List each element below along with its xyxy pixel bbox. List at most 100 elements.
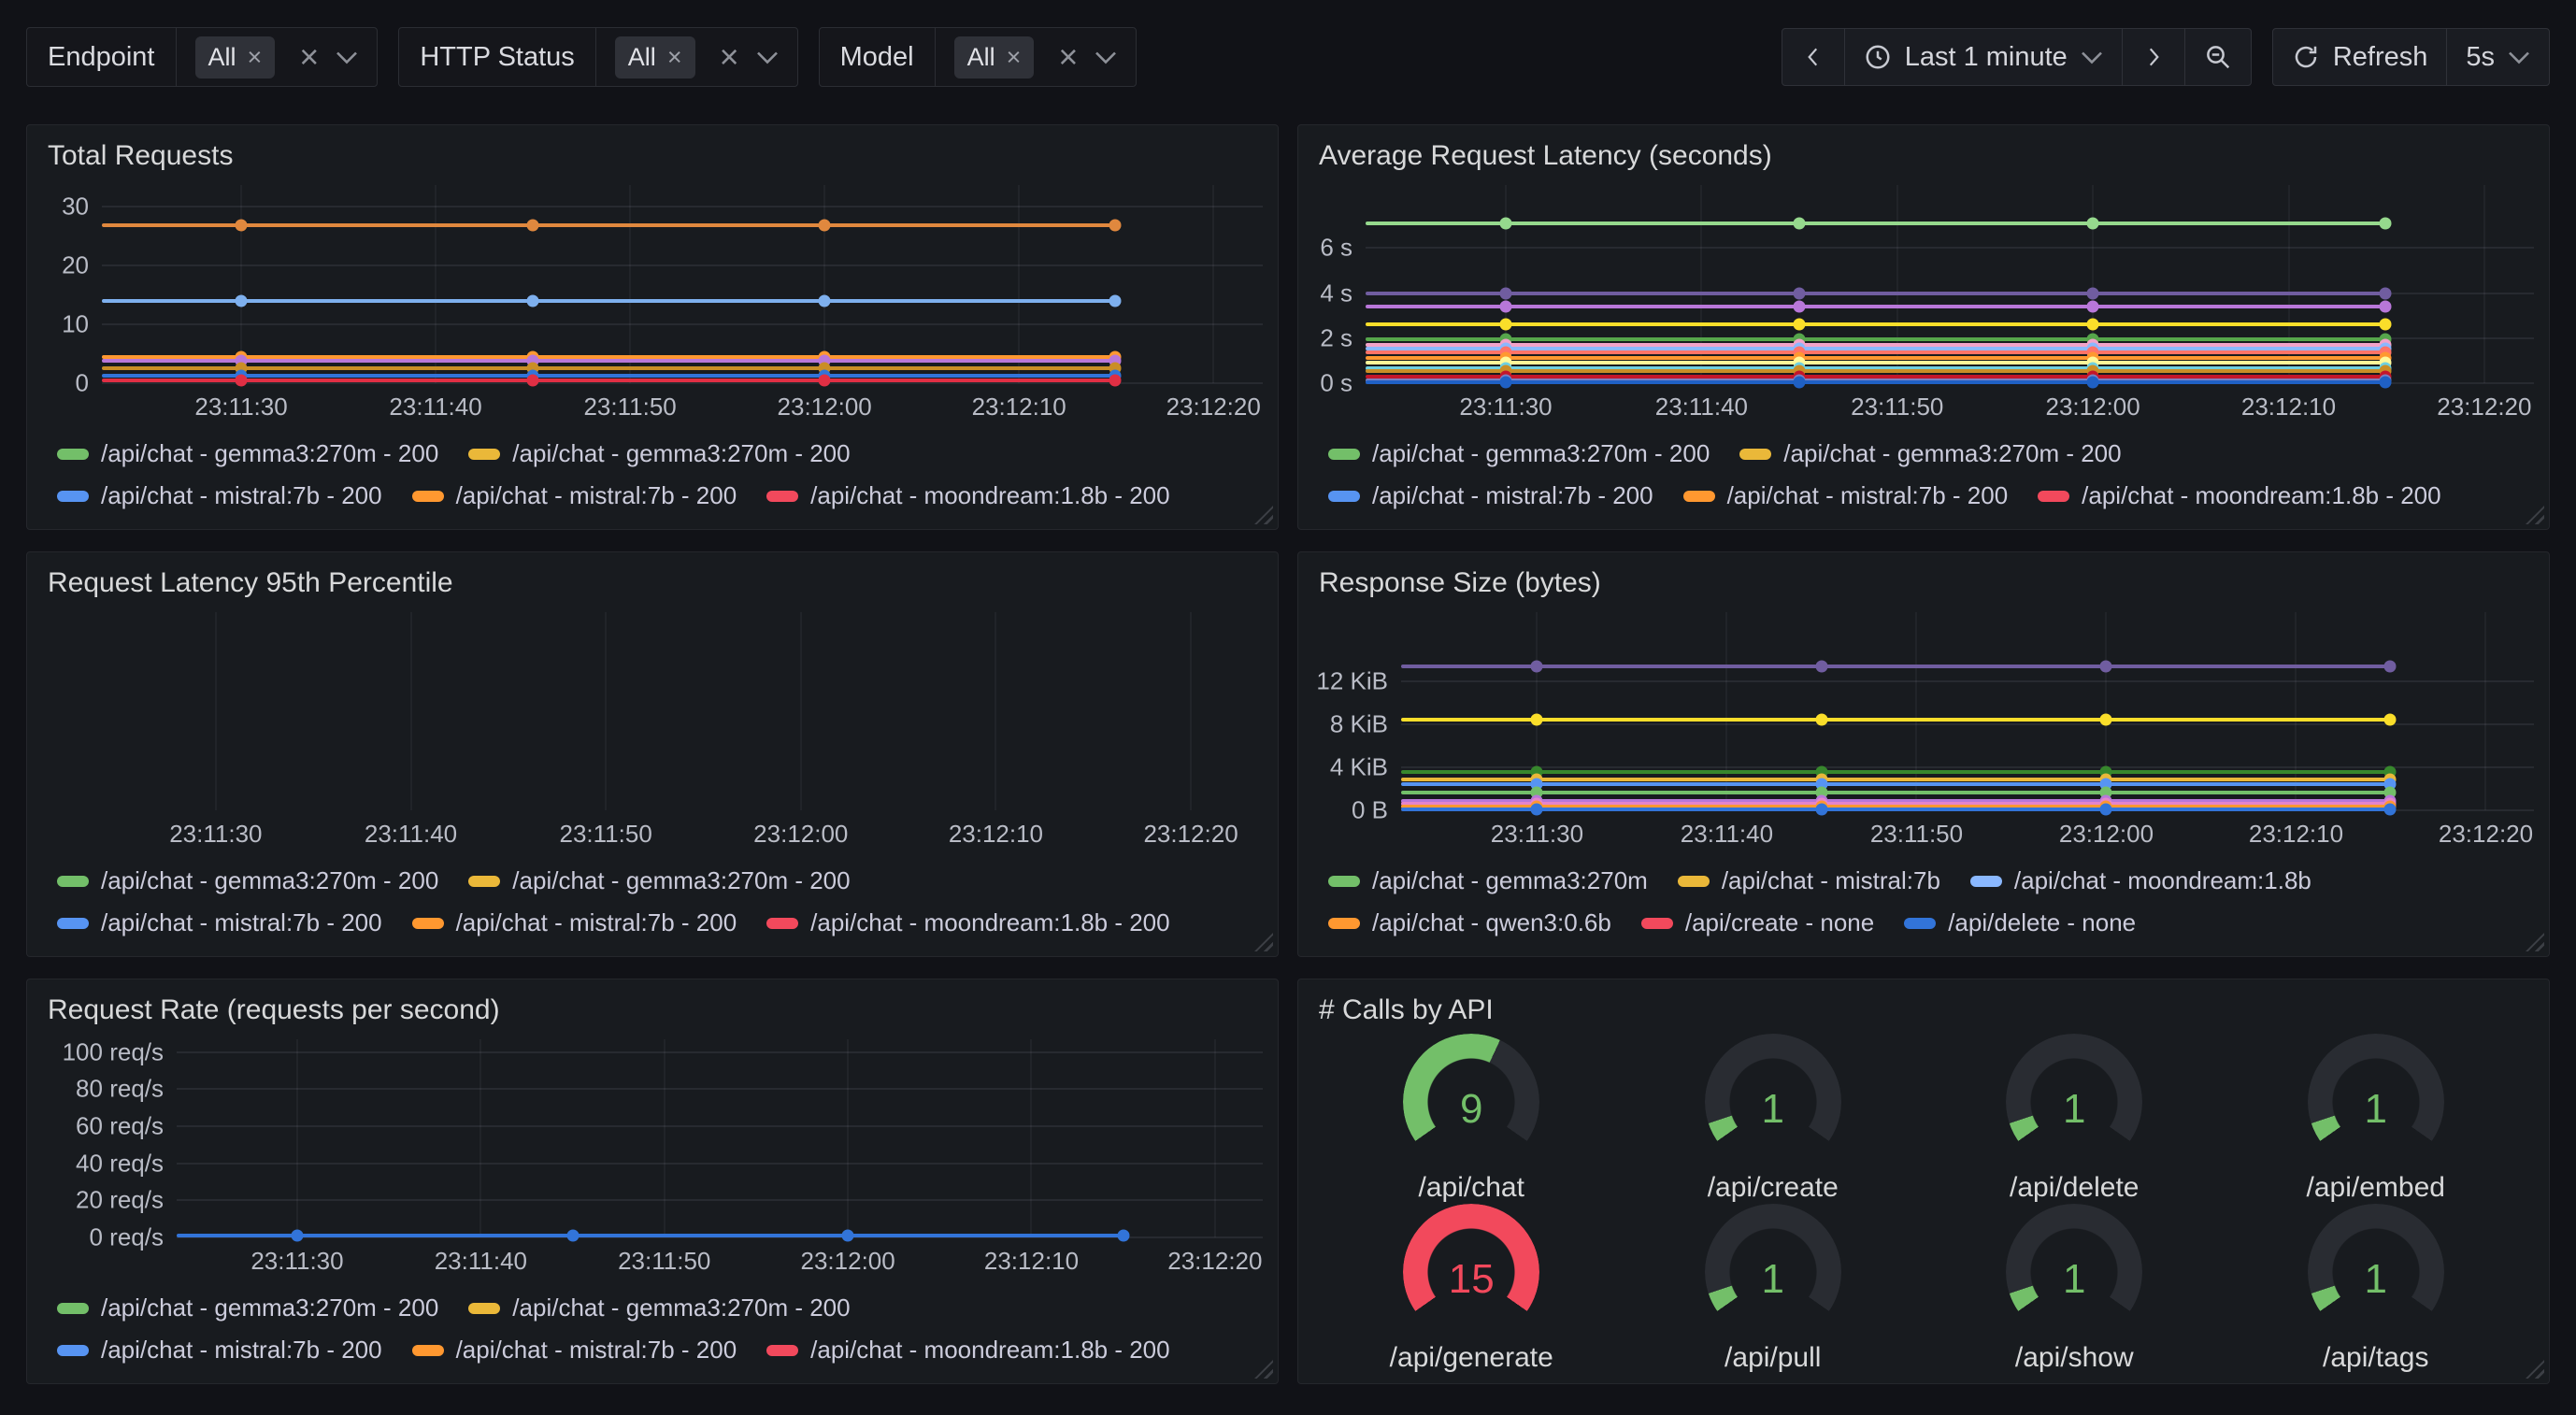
panel-title[interactable]: Average Request Latency (seconds) bbox=[1298, 125, 2549, 178]
gauge-arc: 1 bbox=[2006, 1204, 2142, 1340]
refresh-interval-button[interactable]: 5s bbox=[2446, 28, 2550, 86]
gauge-value: 9 bbox=[1403, 1086, 1539, 1133]
legend-item[interactable]: /api/chat - moondream:1.8b - 200 bbox=[766, 1336, 1169, 1365]
legend-label: /api/chat - gemma3:270m - 200 bbox=[512, 866, 850, 895]
legend-item[interactable]: /api/chat - gemma3:270m - 200 bbox=[468, 866, 850, 895]
chip-label: All bbox=[208, 43, 236, 72]
gauge-value: 1 bbox=[2006, 1086, 2142, 1133]
zoom-out-icon bbox=[2204, 43, 2232, 71]
data-point bbox=[819, 295, 831, 307]
filter-model-select[interactable]: All × × bbox=[936, 28, 1137, 86]
panel-average-request-latency: Average Request Latency (seconds) 0 s2 s… bbox=[1297, 124, 2550, 530]
filter-endpoint-select[interactable]: All × × bbox=[177, 28, 378, 86]
legend-item[interactable]: /api/chat - gemma3:270m - 200 bbox=[57, 866, 438, 895]
data-point bbox=[1793, 319, 1805, 331]
filter-http-status-select[interactable]: All × × bbox=[596, 28, 797, 86]
gauge-api-embed: 1/api/embed bbox=[2225, 1034, 2527, 1204]
chevron-down-icon bbox=[336, 50, 358, 64]
y-tick-label: 2 s bbox=[1320, 323, 1352, 352]
gauge-label: /api/tags bbox=[2323, 1342, 2428, 1374]
gauge-value: 1 bbox=[1705, 1086, 1841, 1133]
plot-area[interactable] bbox=[44, 612, 1263, 810]
plot-area[interactable] bbox=[1366, 185, 2534, 383]
grid-line-vertical bbox=[1214, 1039, 1216, 1237]
panel-title[interactable]: # Calls by API bbox=[1298, 979, 2549, 1032]
legend-item[interactable]: /api/chat - moondream:1.8b bbox=[1970, 866, 2311, 895]
gauge-value: 1 bbox=[2308, 1256, 2444, 1303]
legend-label: /api/chat - mistral:7b - 200 bbox=[1727, 481, 2009, 510]
legend-item[interactable]: /api/chat - mistral:7b - 200 bbox=[57, 908, 382, 937]
legend-item[interactable]: /api/chat - gemma3:270m - 200 bbox=[468, 439, 850, 468]
y-tick-label: 4 s bbox=[1320, 279, 1352, 307]
grid-line-vertical bbox=[410, 612, 412, 810]
time-back-button[interactable] bbox=[1782, 28, 1845, 86]
legend-row: /api/chat - mistral:7b - 200/api/chat - … bbox=[57, 1336, 1268, 1365]
x-tick-label: 23:11:50 bbox=[583, 393, 676, 422]
legend-item[interactable]: /api/chat - gemma3:270m - 200 bbox=[1328, 439, 1710, 468]
legend-item[interactable]: /api/chat - gemma3:270m bbox=[1328, 866, 1648, 895]
legend-item[interactable]: /api/chat - qwen3:0.6b bbox=[1328, 908, 1611, 937]
clear-filter-icon[interactable]: × bbox=[1058, 40, 1078, 74]
legend-item[interactable]: /api/chat - mistral:7b - 200 bbox=[1328, 481, 1653, 510]
chevron-right-icon bbox=[2141, 45, 2166, 69]
clear-filter-icon[interactable]: × bbox=[299, 40, 319, 74]
legend-item[interactable]: /api/delete - none bbox=[1904, 908, 2136, 937]
gauge-arc: 1 bbox=[2006, 1034, 2142, 1170]
plot-area[interactable] bbox=[1401, 612, 2534, 810]
legend-chip bbox=[2038, 491, 2069, 502]
legend-item[interactable]: /api/chat - moondream:1.8b - 200 bbox=[766, 908, 1169, 937]
plot-area[interactable] bbox=[177, 1039, 1263, 1237]
data-point bbox=[1793, 217, 1805, 229]
legend-item[interactable]: /api/chat - gemma3:270m - 200 bbox=[1739, 439, 2121, 468]
legend-item[interactable]: /api/chat - mistral:7b - 200 bbox=[412, 481, 737, 510]
legend-label: /api/create - none bbox=[1685, 908, 1874, 937]
legend-chip bbox=[1678, 876, 1710, 887]
data-point bbox=[1793, 287, 1805, 299]
time-range-picker-button[interactable]: Last 1 minute bbox=[1844, 28, 2123, 86]
legend-item[interactable]: /api/chat - mistral:7b - 200 bbox=[57, 481, 382, 510]
x-tick-label: 23:11:50 bbox=[560, 820, 652, 849]
gauge-api-chat: 9/api/chat bbox=[1321, 1034, 1623, 1204]
legend-chip bbox=[766, 1345, 798, 1356]
panel-title[interactable]: Total Requests bbox=[27, 125, 1278, 178]
legend-item[interactable]: /api/chat - mistral:7b bbox=[1678, 866, 1940, 895]
legend-item[interactable]: /api/chat - gemma3:270m - 200 bbox=[57, 439, 438, 468]
grid-line-horizontal bbox=[1401, 723, 2534, 725]
series-line bbox=[102, 223, 1115, 227]
clear-filter-icon[interactable]: × bbox=[720, 40, 739, 74]
plot-area[interactable] bbox=[102, 185, 1263, 383]
data-point bbox=[2100, 661, 2112, 673]
y-axis: 0 B4 KiB8 KiB12 KiB bbox=[1308, 612, 1401, 810]
legend-item[interactable]: /api/chat - mistral:7b - 200 bbox=[57, 1336, 382, 1365]
remove-value-icon[interactable]: × bbox=[248, 45, 263, 70]
x-axis: 23:11:3023:11:4023:11:5023:12:0023:12:10… bbox=[1366, 383, 2534, 422]
legend-item[interactable]: /api/chat - moondream:1.8b - 200 bbox=[766, 481, 1169, 510]
panel-title[interactable]: Response Size (bytes) bbox=[1298, 552, 2549, 605]
y-tick-label: 0 req/s bbox=[90, 1223, 165, 1252]
x-axis: 23:11:3023:11:4023:11:5023:12:0023:12:10… bbox=[102, 383, 1263, 422]
legend-item[interactable]: /api/chat - gemma3:270m - 200 bbox=[468, 1294, 850, 1322]
gauge-arc: 1 bbox=[1705, 1204, 1841, 1340]
time-forward-button[interactable] bbox=[2122, 28, 2185, 86]
zoom-out-button[interactable] bbox=[2184, 28, 2252, 86]
timeseries-chart: 0102030 23:11:3023:11:4023:11:5023:12:00… bbox=[27, 178, 1278, 422]
gauge-grid: 9/api/chat1/api/create1/api/delete1/api/… bbox=[1298, 1032, 2549, 1384]
remove-value-icon[interactable]: × bbox=[667, 45, 682, 70]
legend-chip bbox=[468, 1303, 500, 1314]
panel-title[interactable]: Request Latency 95th Percentile bbox=[27, 552, 1278, 605]
grid-line-vertical bbox=[605, 612, 607, 810]
x-tick-label: 23:11:30 bbox=[169, 820, 262, 849]
remove-value-icon[interactable]: × bbox=[1007, 45, 1022, 70]
legend-item[interactable]: /api/chat - mistral:7b - 200 bbox=[412, 908, 737, 937]
panel-title[interactable]: Request Rate (requests per second) bbox=[27, 979, 1278, 1032]
refresh-button[interactable]: Refresh bbox=[2272, 28, 2448, 86]
legend-item[interactable]: /api/chat - moondream:1.8b - 200 bbox=[2038, 481, 2440, 510]
legend-chip bbox=[57, 491, 89, 502]
legend-item[interactable]: /api/chat - mistral:7b - 200 bbox=[1683, 481, 2009, 510]
legend-item[interactable]: /api/chat - gemma3:270m - 200 bbox=[57, 1294, 438, 1322]
x-tick-label: 23:11:50 bbox=[1851, 393, 1943, 422]
dashboard-toolbar: Endpoint All × × HTTP Status All × × bbox=[26, 28, 2550, 86]
legend-label: /api/chat - gemma3:270m - 200 bbox=[101, 439, 438, 468]
legend-item[interactable]: /api/create - none bbox=[1641, 908, 1874, 937]
legend-item[interactable]: /api/chat - mistral:7b - 200 bbox=[412, 1336, 737, 1365]
